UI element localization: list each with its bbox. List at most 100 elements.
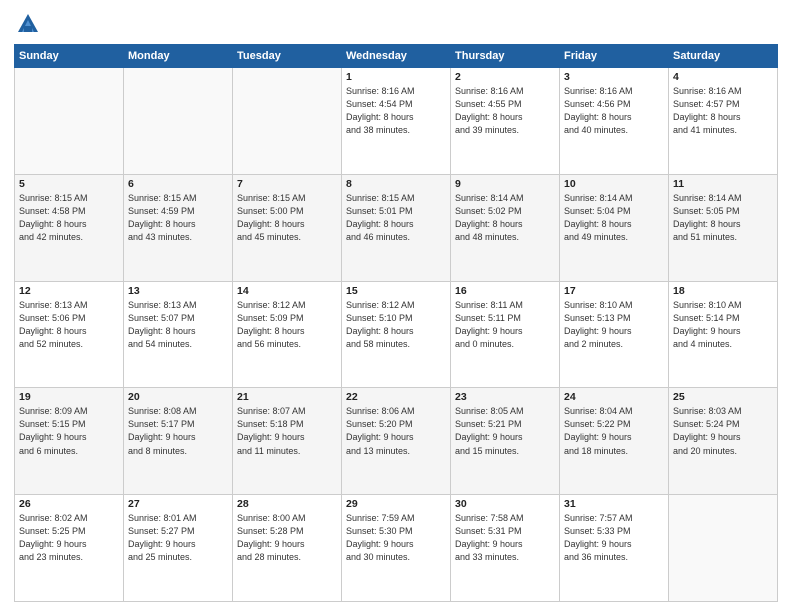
day-info: Sunrise: 8:02 AM Sunset: 5:25 PM Dayligh… xyxy=(19,512,119,564)
calendar-header-row: SundayMondayTuesdayWednesdayThursdayFrid… xyxy=(15,45,778,68)
col-header-tuesday: Tuesday xyxy=(233,45,342,68)
calendar-cell: 6Sunrise: 8:15 AM Sunset: 4:59 PM Daylig… xyxy=(124,174,233,281)
calendar-cell: 21 Sunrise: 8:07 AM Sunset: 5:18 PM Dayli… xyxy=(233,388,342,495)
col-header-wednesday: Wednesday xyxy=(342,45,451,68)
calendar-cell: 11 Sunrise: 8:14 AM Sunset: 5:05 PM Dayli… xyxy=(669,174,778,281)
calendar-table: SundayMondayTuesdayWednesdayThursdayFrid… xyxy=(14,44,778,602)
calendar-cell xyxy=(124,68,233,175)
day-info: Sunrise: 8:08 AM Sunset: 5:17 PM Dayligh… xyxy=(128,405,228,457)
day-info: Sunrise: 8:03 AM Sunset: 5:24 PM Dayligh… xyxy=(673,405,773,457)
calendar-cell: 13 Sunrise: 8:13 AM Sunset: 5:07 PM Dayli… xyxy=(124,281,233,388)
calendar-cell: 9 Sunrise: 8:14 AM Sunset: 5:02 PM Daylig… xyxy=(451,174,560,281)
day-info: Sunrise: 8:00 AM Sunset: 5:28 PM Dayligh… xyxy=(237,512,337,564)
day-number: 4 xyxy=(673,71,773,83)
day-info: Sunrise: 8:13 AM Sunset: 5:06 PM Dayligh… xyxy=(19,299,119,351)
col-header-thursday: Thursday xyxy=(451,45,560,68)
day-info: Sunrise: 8:15 AM Sunset: 4:59 PM Dayligh… xyxy=(128,192,228,244)
day-info: Sunrise: 8:07 AM Sunset: 5:18 PM Dayligh… xyxy=(237,405,337,457)
day-info: Sunrise: 8:16 AM Sunset: 4:54 PM Dayligh… xyxy=(346,85,446,137)
calendar-cell: 3Sunrise: 8:16 AM Sunset: 4:56 PM Daylig… xyxy=(560,68,669,175)
calendar-cell: 28 Sunrise: 8:00 AM Sunset: 5:28 PM Dayli… xyxy=(233,495,342,602)
col-header-saturday: Saturday xyxy=(669,45,778,68)
calendar-cell: 1 Sunrise: 8:16 AM Sunset: 4:54 PM Daylig… xyxy=(342,68,451,175)
calendar-cell: 29 Sunrise: 7:59 AM Sunset: 5:30 PM Dayli… xyxy=(342,495,451,602)
day-number: 28 xyxy=(237,498,337,510)
day-number: 17 xyxy=(564,285,664,297)
day-number: 26 xyxy=(19,498,119,510)
day-info: Sunrise: 8:05 AM Sunset: 5:21 PM Dayligh… xyxy=(455,405,555,457)
calendar-cell: 25Sunrise: 8:03 AM Sunset: 5:24 PM Dayli… xyxy=(669,388,778,495)
calendar-cell xyxy=(233,68,342,175)
calendar-cell: 20 Sunrise: 8:08 AM Sunset: 5:17 PM Dayli… xyxy=(124,388,233,495)
day-number: 21 xyxy=(237,391,337,403)
calendar-cell: 2Sunrise: 8:16 AM Sunset: 4:55 PM Daylig… xyxy=(451,68,560,175)
week-row-4: 26 Sunrise: 8:02 AM Sunset: 5:25 PM Dayli… xyxy=(15,495,778,602)
day-info: Sunrise: 8:14 AM Sunset: 5:05 PM Dayligh… xyxy=(673,192,773,244)
calendar-cell: 16Sunrise: 8:11 AM Sunset: 5:11 PM Dayli… xyxy=(451,281,560,388)
calendar-cell: 5 Sunrise: 8:15 AM Sunset: 4:58 PM Daylig… xyxy=(15,174,124,281)
calendar-cell: 19 Sunrise: 8:09 AM Sunset: 5:15 PM Dayli… xyxy=(15,388,124,495)
day-info: Sunrise: 7:58 AM Sunset: 5:31 PM Dayligh… xyxy=(455,512,555,564)
day-info: Sunrise: 8:01 AM Sunset: 5:27 PM Dayligh… xyxy=(128,512,228,564)
day-info: Sunrise: 8:14 AM Sunset: 5:02 PM Dayligh… xyxy=(455,192,555,244)
logo-icon xyxy=(14,10,42,38)
logo xyxy=(14,10,46,38)
day-info: Sunrise: 7:59 AM Sunset: 5:30 PM Dayligh… xyxy=(346,512,446,564)
day-number: 10 xyxy=(564,178,664,190)
col-header-friday: Friday xyxy=(560,45,669,68)
calendar-cell: 15Sunrise: 8:12 AM Sunset: 5:10 PM Dayli… xyxy=(342,281,451,388)
day-info: Sunrise: 8:04 AM Sunset: 5:22 PM Dayligh… xyxy=(564,405,664,457)
day-info: Sunrise: 8:15 AM Sunset: 4:58 PM Dayligh… xyxy=(19,192,119,244)
day-number: 5 xyxy=(19,178,119,190)
day-info: Sunrise: 8:15 AM Sunset: 5:00 PM Dayligh… xyxy=(237,192,337,244)
day-number: 22 xyxy=(346,391,446,403)
calendar-cell: 23 Sunrise: 8:05 AM Sunset: 5:21 PM Dayli… xyxy=(451,388,560,495)
day-number: 2 xyxy=(455,71,555,83)
day-number: 14 xyxy=(237,285,337,297)
day-info: Sunrise: 8:13 AM Sunset: 5:07 PM Dayligh… xyxy=(128,299,228,351)
col-header-sunday: Sunday xyxy=(15,45,124,68)
day-number: 9 xyxy=(455,178,555,190)
calendar-cell: 30 Sunrise: 7:58 AM Sunset: 5:31 PM Dayli… xyxy=(451,495,560,602)
header xyxy=(14,10,778,38)
day-number: 7 xyxy=(237,178,337,190)
day-number: 1 xyxy=(346,71,446,83)
calendar-cell: 7 Sunrise: 8:15 AM Sunset: 5:00 PM Daylig… xyxy=(233,174,342,281)
day-info: Sunrise: 8:12 AM Sunset: 5:09 PM Dayligh… xyxy=(237,299,337,351)
day-info: Sunrise: 8:11 AM Sunset: 5:11 PM Dayligh… xyxy=(455,299,555,351)
calendar-cell: 31Sunrise: 7:57 AM Sunset: 5:33 PM Dayli… xyxy=(560,495,669,602)
page: SundayMondayTuesdayWednesdayThursdayFrid… xyxy=(0,0,792,612)
day-info: Sunrise: 8:10 AM Sunset: 5:13 PM Dayligh… xyxy=(564,299,664,351)
calendar-cell: 22 Sunrise: 8:06 AM Sunset: 5:20 PM Dayli… xyxy=(342,388,451,495)
day-info: Sunrise: 8:16 AM Sunset: 4:57 PM Dayligh… xyxy=(673,85,773,137)
col-header-monday: Monday xyxy=(124,45,233,68)
calendar-cell: 27Sunrise: 8:01 AM Sunset: 5:27 PM Dayli… xyxy=(124,495,233,602)
day-number: 30 xyxy=(455,498,555,510)
day-info: Sunrise: 8:10 AM Sunset: 5:14 PM Dayligh… xyxy=(673,299,773,351)
day-number: 13 xyxy=(128,285,228,297)
calendar-cell: 12 Sunrise: 8:13 AM Sunset: 5:06 PM Dayli… xyxy=(15,281,124,388)
day-number: 29 xyxy=(346,498,446,510)
day-info: Sunrise: 8:06 AM Sunset: 5:20 PM Dayligh… xyxy=(346,405,446,457)
day-number: 23 xyxy=(455,391,555,403)
calendar-cell: 4 Sunrise: 8:16 AM Sunset: 4:57 PM Daylig… xyxy=(669,68,778,175)
week-row-0: 1 Sunrise: 8:16 AM Sunset: 4:54 PM Daylig… xyxy=(15,68,778,175)
day-info: Sunrise: 8:09 AM Sunset: 5:15 PM Dayligh… xyxy=(19,405,119,457)
calendar-cell: 18 Sunrise: 8:10 AM Sunset: 5:14 PM Dayli… xyxy=(669,281,778,388)
day-number: 12 xyxy=(19,285,119,297)
day-info: Sunrise: 8:14 AM Sunset: 5:04 PM Dayligh… xyxy=(564,192,664,244)
day-number: 24 xyxy=(564,391,664,403)
day-number: 11 xyxy=(673,178,773,190)
calendar-cell: 24 Sunrise: 8:04 AM Sunset: 5:22 PM Dayli… xyxy=(560,388,669,495)
week-row-3: 19 Sunrise: 8:09 AM Sunset: 5:15 PM Dayli… xyxy=(15,388,778,495)
day-number: 15 xyxy=(346,285,446,297)
day-number: 19 xyxy=(19,391,119,403)
calendar-cell: 8Sunrise: 8:15 AM Sunset: 5:01 PM Daylig… xyxy=(342,174,451,281)
day-number: 20 xyxy=(128,391,228,403)
calendar-cell: 26 Sunrise: 8:02 AM Sunset: 5:25 PM Dayli… xyxy=(15,495,124,602)
day-info: Sunrise: 8:16 AM Sunset: 4:56 PM Dayligh… xyxy=(564,85,664,137)
calendar-cell: 14 Sunrise: 8:12 AM Sunset: 5:09 PM Dayli… xyxy=(233,281,342,388)
day-info: Sunrise: 7:57 AM Sunset: 5:33 PM Dayligh… xyxy=(564,512,664,564)
day-number: 18 xyxy=(673,285,773,297)
week-row-2: 12 Sunrise: 8:13 AM Sunset: 5:06 PM Dayli… xyxy=(15,281,778,388)
